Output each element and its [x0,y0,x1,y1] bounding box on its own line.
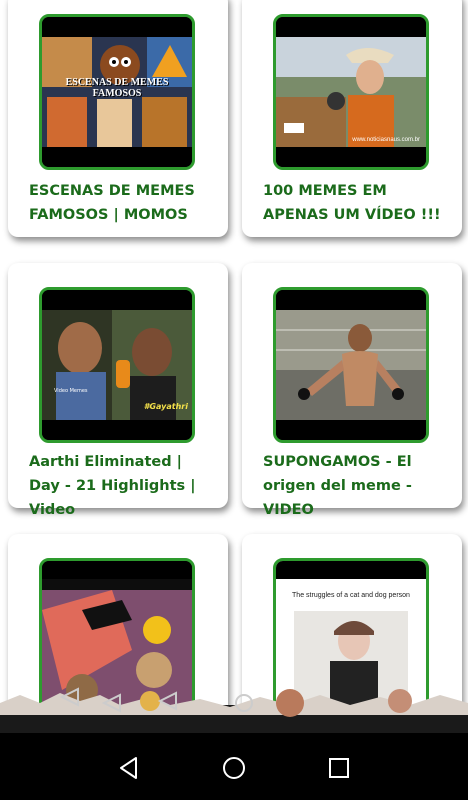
video-thumbnail[interactable]: ESCENAS DE MEMES FAMOSOS [39,14,195,170]
letterbox-top [276,290,426,310]
video-card[interactable]: ESCENAS DE MEMES FAMOSOS ESCENAS DE MEME… [8,0,228,237]
letterbox-top [276,561,426,579]
home-icon[interactable] [221,755,247,781]
video-title[interactable]: SUPONGAMOS - El origen del meme - VIDEO [263,450,448,522]
thumbnail-caption-overlay: ESCENAS DE MEMES FAMOSOS [65,77,169,99]
thumbnail-watermark: www.noticiasnaus.com.br [352,137,420,143]
thumbnail-caption: The struggles of a cat and dog person [292,592,410,599]
video-thumbnail[interactable] [273,287,429,443]
back-icon[interactable] [116,755,142,781]
letterbox-top [42,561,192,579]
thumbnail-tag: #Gayathri [143,402,188,411]
video-card[interactable]: #Gayathri Video Memes Aarthi Eliminated … [8,263,228,518]
thumbnail-watermark: Video Memes [54,388,88,394]
video-thumbnail[interactable]: #Gayathri Video Memes [39,287,195,443]
video-title[interactable]: ESCENAS DE MEMES FAMOSOS | MOMOS [29,179,214,227]
letterbox-top [42,290,192,310]
letterbox-bottom [42,420,192,440]
system-navigation-bar [0,733,468,800]
video-title[interactable]: Aarthi Eliminated | Day - 21 Highlights … [29,450,214,522]
letterbox-top [276,17,426,37]
thumbnail-image [276,310,426,420]
video-card[interactable]: www.noticiasnaus.com.br 100 MEMES EM APE… [242,0,462,237]
video-card[interactable]: SUPONGAMOS - El origen del meme - VIDEO [242,263,462,518]
letterbox-bottom [42,147,192,167]
recents-icon[interactable] [326,755,352,781]
video-title[interactable]: 100 MEMES EM APENAS UM VÍDEO !!! [263,179,448,227]
video-thumbnail[interactable]: www.noticiasnaus.com.br [273,14,429,170]
glitch-overlay [0,687,468,740]
letterbox-bottom [276,147,426,167]
letterbox-top [42,17,192,37]
letterbox-bottom [276,420,426,440]
thumbnail-image [276,37,426,147]
